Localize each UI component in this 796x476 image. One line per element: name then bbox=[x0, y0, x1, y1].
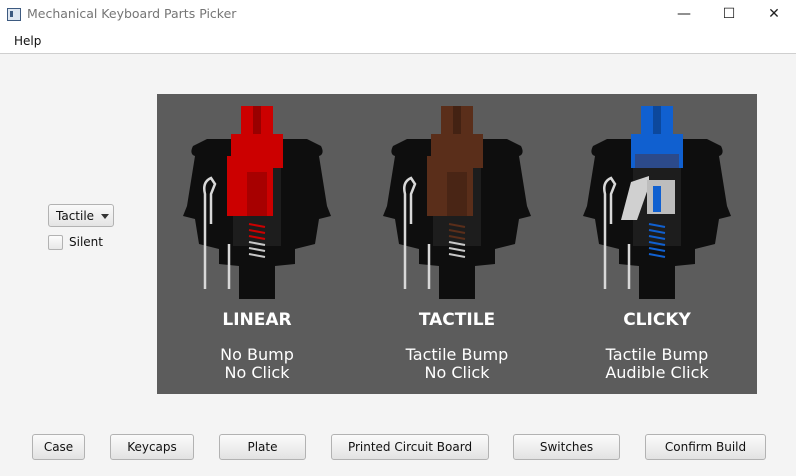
switch-type-selected: Tactile bbox=[56, 209, 95, 223]
clicky-switch-icon bbox=[583, 106, 731, 299]
linear-line2: No Click bbox=[224, 363, 290, 382]
silent-checkbox[interactable] bbox=[48, 235, 63, 250]
linear-title: LINEAR bbox=[222, 310, 292, 330]
menu-bar: Help bbox=[0, 29, 796, 54]
clicky-title: CLICKY bbox=[623, 310, 691, 330]
window-title: Mechanical Keyboard Parts Picker bbox=[27, 6, 237, 21]
menu-help[interactable]: Help bbox=[14, 34, 41, 48]
plate-button[interactable]: Plate bbox=[219, 434, 306, 460]
minimize-icon[interactable]: — bbox=[661, 0, 707, 29]
linear-description: No Bump No Click bbox=[167, 346, 347, 382]
tactile-description: Tactile Bump No Click bbox=[367, 346, 547, 382]
chevron-down-icon bbox=[101, 214, 109, 219]
confirm-build-button[interactable]: Confirm Build bbox=[645, 434, 766, 460]
clicky-description: Tactile Bump Audible Click bbox=[567, 346, 747, 382]
clicky-line2: Audible Click bbox=[605, 363, 709, 382]
tactile-switch-icon bbox=[383, 106, 531, 299]
close-icon[interactable]: ✕ bbox=[751, 0, 796, 29]
switch-types-image: LINEAR No Bump No Click TACTILE Tactile … bbox=[157, 94, 757, 394]
linear-switch-icon bbox=[183, 106, 331, 299]
tactile-line1: Tactile Bump bbox=[405, 345, 509, 364]
title-bar: Mechanical Keyboard Parts Picker — ☐ ✕ bbox=[0, 0, 796, 29]
pcb-button[interactable]: Printed Circuit Board bbox=[331, 434, 489, 460]
tactile-line2: No Click bbox=[424, 363, 490, 382]
app-icon bbox=[7, 8, 21, 21]
silent-label[interactable]: Silent bbox=[69, 235, 103, 249]
switches-button[interactable]: Switches bbox=[513, 434, 620, 460]
clicky-line1: Tactile Bump bbox=[605, 345, 709, 364]
maximize-icon[interactable]: ☐ bbox=[706, 0, 752, 29]
switch-type-dropdown[interactable]: Tactile bbox=[48, 204, 114, 227]
keycaps-button[interactable]: Keycaps bbox=[110, 434, 194, 460]
case-button[interactable]: Case bbox=[32, 434, 85, 460]
tactile-title: TACTILE bbox=[418, 310, 496, 330]
linear-line1: No Bump bbox=[220, 345, 294, 364]
